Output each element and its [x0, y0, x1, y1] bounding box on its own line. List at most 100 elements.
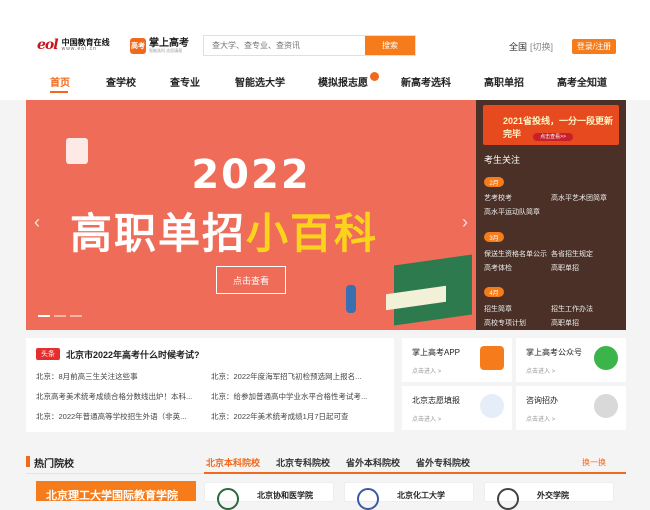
- headline-news: 头条 北京市2022年高考什么时候考试? 北京：8月前高三生关注这些事 北京：2…: [26, 338, 394, 432]
- university-name: 北京化工大学: [397, 491, 445, 500]
- university-name: 外交学院: [537, 491, 569, 500]
- university-logo: [497, 488, 519, 510]
- headline-badge: 头条: [36, 348, 60, 360]
- search-bar: 搜索: [203, 35, 416, 56]
- attention-sidebar: 2021省投线，一分一段更新完毕 点击查看>> 考生关注 2月 艺考校考 高水平…: [476, 100, 626, 330]
- banner-title-yellow: 小百科: [246, 210, 379, 257]
- wechat-icon: [594, 346, 618, 370]
- attention-link[interactable]: 保送生资格名单公示: [484, 249, 547, 259]
- attention-link[interactable]: 高水平运动队简章: [484, 207, 540, 217]
- nav-all-about[interactable]: 高考全知道: [557, 74, 607, 89]
- news-item[interactable]: 北京：8月前高三生关注这些事: [36, 371, 206, 382]
- banner-next-icon[interactable]: ›: [462, 212, 468, 233]
- banner-dot[interactable]: [38, 315, 50, 317]
- eol-logo-mark: eol: [37, 37, 59, 53]
- banner-pagination: [38, 315, 82, 317]
- search-input[interactable]: [204, 36, 365, 55]
- service-enter[interactable]: 点击进入 >: [526, 414, 555, 423]
- section-title: 热门院校: [34, 459, 74, 470]
- search-button[interactable]: 搜索: [365, 36, 415, 55]
- service-enter[interactable]: 点击进入 >: [526, 366, 555, 375]
- nav-mock-volunteer[interactable]: 模拟报志愿: [318, 72, 379, 89]
- zsgk-brand[interactable]: 高考 掌上高考 智能选科 志愿填报: [130, 38, 189, 54]
- hot-schools-section: 热门院校 北京本科院校 北京专科院校 省外本科院校 省外专科院校 换一换 北京理…: [26, 453, 626, 510]
- banner-view-button[interactable]: 点击查看: [216, 266, 286, 294]
- tab-beijing-college[interactable]: 北京专科院校: [276, 456, 330, 469]
- attention-link[interactable]: 各省招生规定: [551, 249, 593, 259]
- month-tag: 3月: [484, 232, 504, 242]
- attention-link[interactable]: 高校专项计划: [484, 318, 526, 328]
- nav-mock-volunteer-label: 模拟报志愿: [318, 78, 368, 89]
- logo-url-text: www.eol.cn: [61, 45, 97, 52]
- attention-link[interactable]: 高职单招: [551, 318, 579, 328]
- section-active-line: [204, 472, 626, 474]
- robot-icon: [594, 394, 618, 418]
- news-item[interactable]: 北京：2022年度海军招飞初检预选网上报名...: [211, 371, 381, 382]
- tab-beijing-undergrad[interactable]: 北京本科院校: [206, 456, 260, 469]
- main-nav: 首页 查学校 查专业 智能选大学 模拟报志愿 新高考选科 高职单招 高考全知道: [0, 68, 650, 94]
- banner-figure: [346, 285, 356, 313]
- month-tag: 2月: [484, 177, 504, 187]
- attention-link[interactable]: 高考体检: [484, 263, 512, 273]
- month-tag: 4月: [484, 287, 504, 297]
- score-promo-banner[interactable]: 2021省投线，一分一段更新完毕 点击查看>>: [483, 105, 619, 145]
- nav-schools[interactable]: 查学校: [106, 74, 136, 89]
- featured-school-card[interactable]: 北京理工大学国际教育学院: [36, 481, 196, 501]
- news-item[interactable]: 北京：2022年美术统考成绩1月7日起可查: [211, 411, 381, 422]
- news-item[interactable]: 北京：2022年普通高等学校招生外语（非英...: [36, 411, 206, 422]
- zsgk-badge-icon: 高考: [130, 38, 146, 54]
- nav-active-underline: [50, 91, 68, 93]
- region-selector[interactable]: 全国 [切换]: [509, 40, 553, 53]
- volunteer-service-card[interactable]: 北京志愿填报 点击进入 >: [402, 386, 512, 430]
- university-logo: [357, 488, 379, 510]
- university-name: 北京协和医学院: [257, 491, 313, 500]
- service-enter[interactable]: 点击进入 >: [412, 366, 441, 375]
- brand-sub: 智能选科 志愿填报: [149, 48, 183, 53]
- section-accent-bar: [26, 456, 30, 467]
- news-item[interactable]: 北京高考美术统考成绩合格分数线出炉！本科...: [36, 391, 206, 402]
- banner-title: 高职单招小百科: [70, 200, 378, 261]
- headline-title[interactable]: 北京市2022年高考什么时候考试?: [66, 348, 200, 361]
- region-switch[interactable]: [切换]: [530, 42, 553, 52]
- banner-title-white: 高职单招: [70, 210, 247, 257]
- tab-other-college[interactable]: 省外专科院校: [416, 456, 470, 469]
- hero-banner[interactable]: 2022 高职单招小百科 点击查看 ‹ ›: [26, 100, 476, 330]
- promo-button[interactable]: 点击查看>>: [533, 133, 573, 141]
- wechat-service-card[interactable]: 掌上高考公众号 点击进入 >: [516, 338, 626, 382]
- banner-dot[interactable]: [54, 315, 66, 317]
- attention-link[interactable]: 高水平艺术团简章: [551, 193, 607, 203]
- service-enter[interactable]: 点击进入 >: [412, 414, 441, 423]
- attention-link[interactable]: 高职单招: [551, 263, 579, 273]
- university-card[interactable]: 北京协和医学院: [204, 482, 334, 510]
- refresh-button[interactable]: 换一换: [582, 457, 606, 468]
- hot-icon: [370, 72, 379, 81]
- attention-heading: 考生关注: [484, 155, 521, 165]
- region-label: 全国: [509, 42, 528, 52]
- site-header: eol 中国教育在线 www.eol.cn 高考 掌上高考 智能选科 志愿填报 …: [0, 0, 650, 100]
- volunteer-icon: [480, 394, 504, 418]
- attention-link[interactable]: 招生简章: [484, 304, 512, 314]
- university-logo: [217, 488, 239, 510]
- eol-logo[interactable]: eol 中国教育在线 www.eol.cn: [37, 37, 110, 53]
- attention-link[interactable]: 招生工作办法: [551, 304, 593, 314]
- university-card[interactable]: 北京化工大学: [344, 482, 474, 510]
- university-card[interactable]: 外交学院: [484, 482, 614, 510]
- attention-link[interactable]: 艺考校考: [484, 193, 512, 203]
- nav-home[interactable]: 首页: [50, 74, 70, 89]
- service-name: 掌上高考公众号: [526, 348, 582, 357]
- news-item[interactable]: 北京：给参加普通高中学业水平合格性考试考...: [211, 391, 381, 402]
- nav-smart-select[interactable]: 智能选大学: [235, 74, 285, 89]
- app-service-card[interactable]: 掌上高考APP 点击进入 >: [402, 338, 512, 382]
- app-icon: [480, 346, 504, 370]
- banner-year: 2022: [191, 152, 311, 198]
- consult-service-card[interactable]: 咨询招办 点击进入 >: [516, 386, 626, 430]
- login-button[interactable]: 登录/注册: [572, 39, 616, 54]
- service-name: 北京志愿填报: [412, 396, 460, 405]
- banner-dot[interactable]: [70, 315, 82, 317]
- service-name: 咨询招办: [526, 396, 558, 405]
- nav-majors[interactable]: 查专业: [170, 74, 200, 89]
- nav-vocational[interactable]: 高职单招: [484, 74, 524, 89]
- tab-other-undergrad[interactable]: 省外本科院校: [346, 456, 400, 469]
- nav-new-gaokao[interactable]: 新高考选科: [401, 74, 451, 89]
- banner-prev-icon[interactable]: ‹: [34, 212, 40, 233]
